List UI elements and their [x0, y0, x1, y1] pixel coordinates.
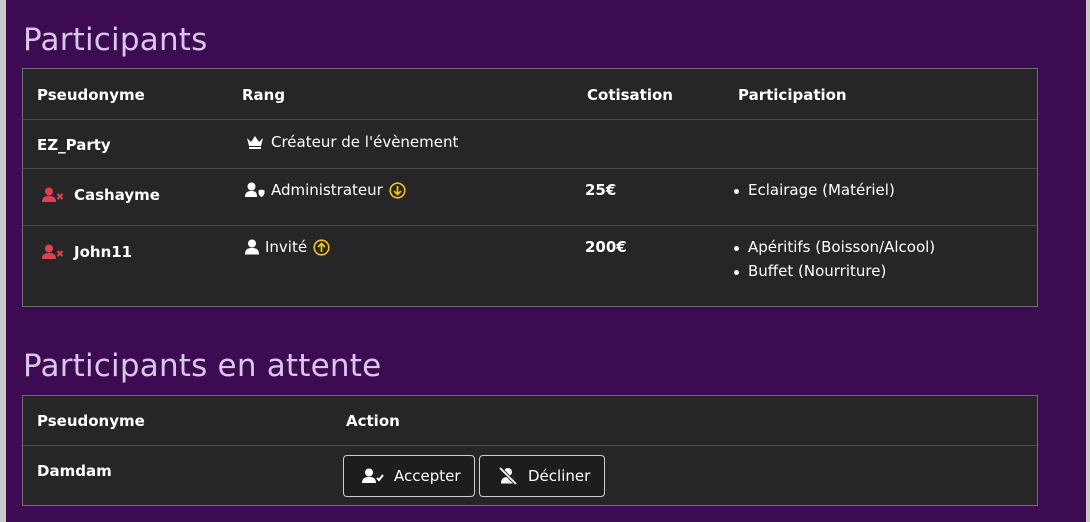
participation-list: Apéritifs (Boisson/Alcool) Buffet (Nourr…	[731, 238, 935, 286]
rang-label: Invité	[265, 238, 308, 256]
rang-label: Administrateur	[271, 181, 383, 199]
user-icon	[245, 239, 259, 255]
participant-pseudonyme: EZ_Party	[37, 136, 111, 154]
participant-rang: Invité	[245, 238, 330, 256]
pending-pseudonyme: Damdam	[37, 462, 112, 480]
header-cotisation: Cotisation	[587, 86, 673, 104]
header-rang: Rang	[242, 86, 286, 104]
window-frame-left	[0, 0, 6, 522]
participants-title: Participants	[23, 22, 208, 58]
table-row: Cashayme Administrateur 25€ Eclairage (M…	[23, 169, 1037, 226]
header-pseudonyme: Pseudonyme	[37, 412, 145, 430]
decline-button[interactable]: Décliner	[479, 455, 605, 497]
pending-table: Pseudonyme Action Damdam Accepter Déclin…	[22, 395, 1038, 506]
table-row: Damdam Accepter Décliner	[23, 446, 1037, 505]
accept-label: Accepter	[394, 467, 461, 485]
promote-icon[interactable]	[313, 238, 330, 256]
list-item: Apéritifs (Boisson/Alcool)	[731, 238, 935, 256]
participant-pseudonyme-cell: John11	[42, 243, 132, 261]
user-check-icon	[362, 468, 384, 484]
header-participation: Participation	[738, 86, 847, 104]
user-remove-icon[interactable]	[42, 187, 64, 203]
demote-icon[interactable]	[389, 181, 406, 199]
crown-icon	[245, 134, 265, 150]
participants-header-row: Pseudonyme Rang Cotisation Participation	[23, 69, 1037, 120]
list-item: Buffet (Nourriture)	[731, 262, 935, 280]
participant-rang: Administrateur	[245, 181, 406, 199]
decline-label: Décliner	[528, 467, 591, 485]
pending-header-row: Pseudonyme Action	[23, 396, 1037, 446]
table-row: EZ_Party Créateur de l'évènement	[23, 120, 1037, 169]
participant-pseudonyme-cell: Cashayme	[42, 186, 160, 204]
list-item: Eclairage (Matériel)	[731, 181, 895, 199]
user-shield-icon	[245, 182, 265, 198]
accept-button[interactable]: Accepter	[343, 455, 475, 497]
table-row: John11 Invité 200€ Apéritifs (Boisson/Al…	[23, 226, 1037, 306]
participant-pseudonyme: Cashayme	[74, 186, 160, 204]
user-slash-icon	[498, 467, 518, 485]
participant-rang: Créateur de l'évènement	[245, 133, 458, 151]
header-pseudonyme: Pseudonyme	[37, 86, 145, 104]
participant-pseudonyme: John11	[74, 243, 133, 261]
participation-list: Eclairage (Matériel)	[731, 181, 895, 205]
window-frame-right	[1086, 0, 1090, 522]
pending-title: Participants en attente	[23, 348, 382, 384]
participant-cotisation: 25€	[585, 181, 617, 199]
participants-table: Pseudonyme Rang Cotisation Participation…	[22, 68, 1038, 307]
user-remove-icon[interactable]	[42, 244, 64, 260]
rang-label: Créateur de l'évènement	[271, 133, 459, 151]
participant-cotisation: 200€	[585, 238, 627, 256]
header-action: Action	[346, 412, 400, 430]
